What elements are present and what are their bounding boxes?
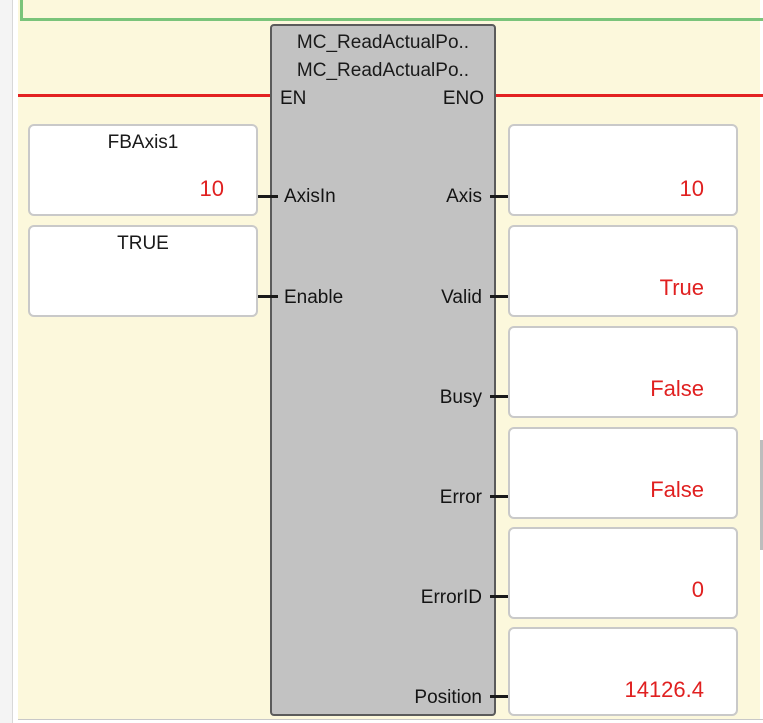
output-variable-value: 10 [679,176,704,201]
pin-errorid: ErrorID [420,587,482,608]
input-stub-axisin [256,195,278,198]
input-variable-name: TRUE [117,233,169,254]
input-variable-value: 10 [199,176,224,201]
function-block-type-name: MC_ReadActualPo.. [296,60,470,81]
pin-axis: Axis [446,186,482,207]
output-variable-value: False [650,376,704,401]
input-variable-enable[interactable]: TRUE [28,225,258,317]
input-variable-name: FBAxis1 [107,132,179,153]
output-variable-value: 0 [691,577,704,602]
left-power-rail [0,0,13,723]
input-stub-enable [256,295,278,298]
pin-axisin: AxisIn [284,186,336,207]
rung-selection-border-left [20,0,23,20]
output-variable-valid[interactable]: True [508,225,738,317]
en-power-flow-line [18,94,270,97]
function-block-mc-readactualposition[interactable]: MC_ReadActualPo.. MC_ReadActualPo.. EN E… [270,24,496,716]
input-variable-axisin[interactable]: FBAxis1 10 [28,124,258,216]
ladder-editor-canvas: MC_ReadActualPo.. MC_ReadActualPo.. EN E… [0,0,763,723]
eno-power-flow-line [496,94,763,97]
output-variable-errorid[interactable]: 0 [508,527,738,619]
output-variable-busy[interactable]: False [508,326,738,418]
pin-eno: ENO [442,88,484,109]
output-variable-value: 14126.4 [624,677,704,702]
pin-busy: Busy [439,387,482,408]
output-variable-value: True [659,275,704,300]
pin-en: EN [280,88,307,109]
pin-valid: Valid [441,287,482,308]
pin-enable: Enable [284,287,344,308]
output-variable-error[interactable]: False [508,427,738,519]
pin-error: Error [439,487,482,508]
pin-position: Position [414,687,482,708]
output-variable-value: False [650,477,704,502]
output-variable-position[interactable]: 14126.4 [508,627,738,716]
function-block-instance-name[interactable]: MC_ReadActualPo.. [272,32,494,54]
rung-selection-border-top [20,18,763,21]
rung-bottom-border [18,719,763,720]
output-variable-axis[interactable]: 10 [508,124,738,216]
